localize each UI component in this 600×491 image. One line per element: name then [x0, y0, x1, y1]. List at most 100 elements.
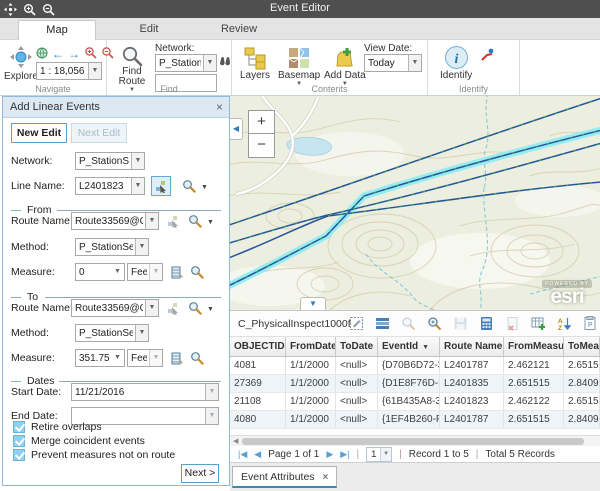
start-date-select[interactable]: 11/21/2016 ▼ — [71, 383, 219, 401]
zoom-to-to-route-button[interactable] — [185, 298, 205, 318]
retire-overlaps-checkbox[interactable] — [13, 421, 25, 433]
route-location-icon[interactable] — [480, 48, 494, 65]
show-selected-records-icon[interactable] — [374, 315, 391, 332]
close-icon[interactable]: × — [323, 472, 329, 483]
attribute-set-icon[interactable]: P — [582, 315, 599, 332]
from-unit-select[interactable]: Feet ▼ — [127, 263, 163, 281]
horizontal-scrollbar[interactable]: ◀ — [230, 435, 600, 446]
next-extent-icon[interactable]: → — [68, 49, 80, 59]
chevron-down-icon[interactable]: ▼ — [205, 408, 218, 424]
new-edit-button[interactable]: New Edit — [11, 123, 67, 143]
chevron-down-icon[interactable]: ▼ — [131, 178, 144, 194]
derive-measure-icon[interactable] — [167, 262, 187, 282]
add-record-icon[interactable] — [530, 315, 547, 332]
map-zoom-in-button[interactable]: + — [248, 110, 275, 134]
chevron-down-icon[interactable]: ▼ — [145, 300, 158, 316]
previous-extent-icon[interactable]: ← — [52, 49, 64, 59]
chevron-down-icon[interactable]: ▼ — [380, 448, 391, 461]
col-fromdate[interactable]: FromDate — [286, 337, 336, 356]
last-page-button[interactable]: ▶| — [340, 449, 349, 460]
col-objectid[interactable]: OBJECTID — [230, 337, 286, 356]
prevent-measures-checkbox[interactable] — [13, 449, 25, 461]
binoculars-icon[interactable] — [219, 55, 231, 70]
chevron-down-icon[interactable]: ▼ — [131, 153, 144, 169]
col-eventid[interactable]: EventId▼ — [378, 337, 440, 356]
chevron-down-icon[interactable]: ▼ — [205, 384, 218, 400]
line-name-select[interactable]: L2401823 ▼ — [75, 177, 145, 195]
chevron-down-icon[interactable]: ▼ — [135, 239, 148, 255]
to-method-select[interactable]: P_StationSeries ▼ — [75, 324, 149, 342]
table-row[interactable]: 27369 1/1/2000 <null> {D1E8F76D-F L24018… — [230, 375, 600, 393]
chevron-down-icon[interactable]: ▼ — [203, 55, 216, 71]
table-row[interactable]: 4081 1/1/2000 <null> {D70B6D72-3 L240178… — [230, 357, 600, 375]
chevron-down-icon[interactable]: ▼ — [145, 213, 158, 229]
tab-edit[interactable]: Edit — [110, 20, 188, 40]
chevron-down-icon[interactable]: ▼ — [207, 219, 214, 226]
from-method-select[interactable]: P_StationSeries ▼ — [75, 238, 149, 256]
col-frommeasure[interactable]: FromMeasure — [504, 337, 564, 356]
basemap-button[interactable]: Basemap ▼ — [278, 46, 320, 87]
col-tomeasure[interactable]: ToMea — [564, 337, 600, 356]
derive-measure-icon[interactable] — [167, 348, 187, 368]
previous-page-button[interactable]: ◀ — [254, 449, 261, 460]
map-zoom-out-button[interactable]: − — [248, 134, 275, 158]
pan-to-selection-icon[interactable] — [426, 315, 443, 332]
chevron-down-icon[interactable]: ▼ — [149, 350, 162, 366]
to-measure-select[interactable]: 351.75 ▼ — [75, 349, 125, 367]
network-select-ribbon[interactable]: P_StationSeries ▼ — [155, 54, 217, 72]
tab-event-attributes[interactable]: Event Attributes× — [232, 466, 337, 488]
layers-button[interactable]: Layers — [240, 46, 270, 81]
delete-record-icon[interactable] — [504, 315, 521, 332]
merge-coincident-checkbox[interactable] — [13, 435, 25, 447]
chevron-down-icon[interactable]: ▼ — [135, 325, 148, 341]
scroll-left-icon[interactable]: ◀ — [233, 437, 238, 445]
next-button[interactable]: Next > — [181, 464, 219, 483]
col-todate[interactable]: ToDate — [336, 337, 378, 356]
network-select[interactable]: P_StationSeries ▼ — [75, 152, 145, 170]
to-route-select[interactable]: Route33569@Cent ▼ — [71, 299, 159, 317]
add-data-button[interactable]: Add Data ▼ — [324, 46, 366, 87]
page-number-select[interactable]: 1 ▼ — [366, 447, 392, 462]
zoom-to-line-button[interactable] — [179, 176, 199, 196]
next-edit-button[interactable]: Next Edit — [71, 123, 127, 143]
calculator-icon[interactable] — [478, 315, 495, 332]
select-records-icon[interactable] — [348, 315, 365, 332]
zoom-to-to-measure-button[interactable] — [187, 348, 207, 368]
chevron-down-icon[interactable]: ▼ — [408, 55, 421, 71]
select-line-on-map-button[interactable] — [151, 176, 171, 196]
from-route-select[interactable]: Route33569@Cent ▼ — [71, 212, 159, 230]
chevron-down-icon[interactable]: ▼ — [111, 264, 124, 280]
close-icon[interactable]: × — [216, 100, 223, 114]
chevron-down-icon[interactable]: ▼ — [149, 264, 162, 280]
explore-button[interactable]: Explore — [4, 45, 38, 82]
tab-map[interactable]: Map — [18, 20, 96, 40]
zoom-to-from-route-button[interactable] — [185, 211, 205, 231]
zoom-to-from-measure-button[interactable] — [187, 262, 207, 282]
select-from-route-on-map-button[interactable] — [163, 211, 183, 231]
tab-review[interactable]: Review — [200, 20, 278, 40]
chevron-down-icon[interactable]: ▼ — [111, 350, 124, 366]
sort-icon[interactable]: AZ — [556, 315, 573, 332]
full-extent-icon[interactable] — [36, 47, 48, 62]
collapse-panel-left-icon[interactable]: ◀ — [230, 118, 243, 140]
chevron-down-icon[interactable]: ▼ — [88, 63, 101, 79]
table-row[interactable]: 21108 1/1/2000 <null> {61B435A8-3 L24018… — [230, 393, 600, 411]
scrollbar-thumb[interactable] — [242, 438, 584, 445]
chevron-down-icon[interactable]: ▼ — [207, 306, 214, 313]
from-measure-select[interactable]: 0 ▼ — [75, 263, 125, 281]
view-date-select[interactable]: Today ▼ — [364, 54, 422, 72]
map-view[interactable]: ◀ + − ▼ POWERED BY esri — [230, 96, 600, 310]
table-row[interactable]: 4080 1/1/2000 <null> {1EF4B260-F L240178… — [230, 411, 600, 429]
next-page-button[interactable]: ▶ — [326, 449, 333, 460]
identify-button[interactable]: i Identify — [440, 45, 472, 81]
first-page-button[interactable]: |◀ — [238, 449, 247, 460]
select-to-route-on-map-button[interactable] — [163, 298, 183, 318]
save-icon[interactable] — [452, 315, 469, 332]
zoom-to-selection-icon[interactable] — [400, 315, 417, 332]
map-scale-select[interactable]: 1 : 18,056 ▼ — [36, 62, 102, 80]
to-unit-select[interactable]: Feet ▼ — [127, 349, 163, 367]
collapse-panel-down-icon[interactable]: ▼ — [300, 297, 326, 310]
zoom-in-icon[interactable] — [84, 46, 97, 62]
chevron-down-icon[interactable]: ▼ — [201, 184, 208, 191]
col-routename[interactable]: Route Name — [440, 337, 504, 356]
